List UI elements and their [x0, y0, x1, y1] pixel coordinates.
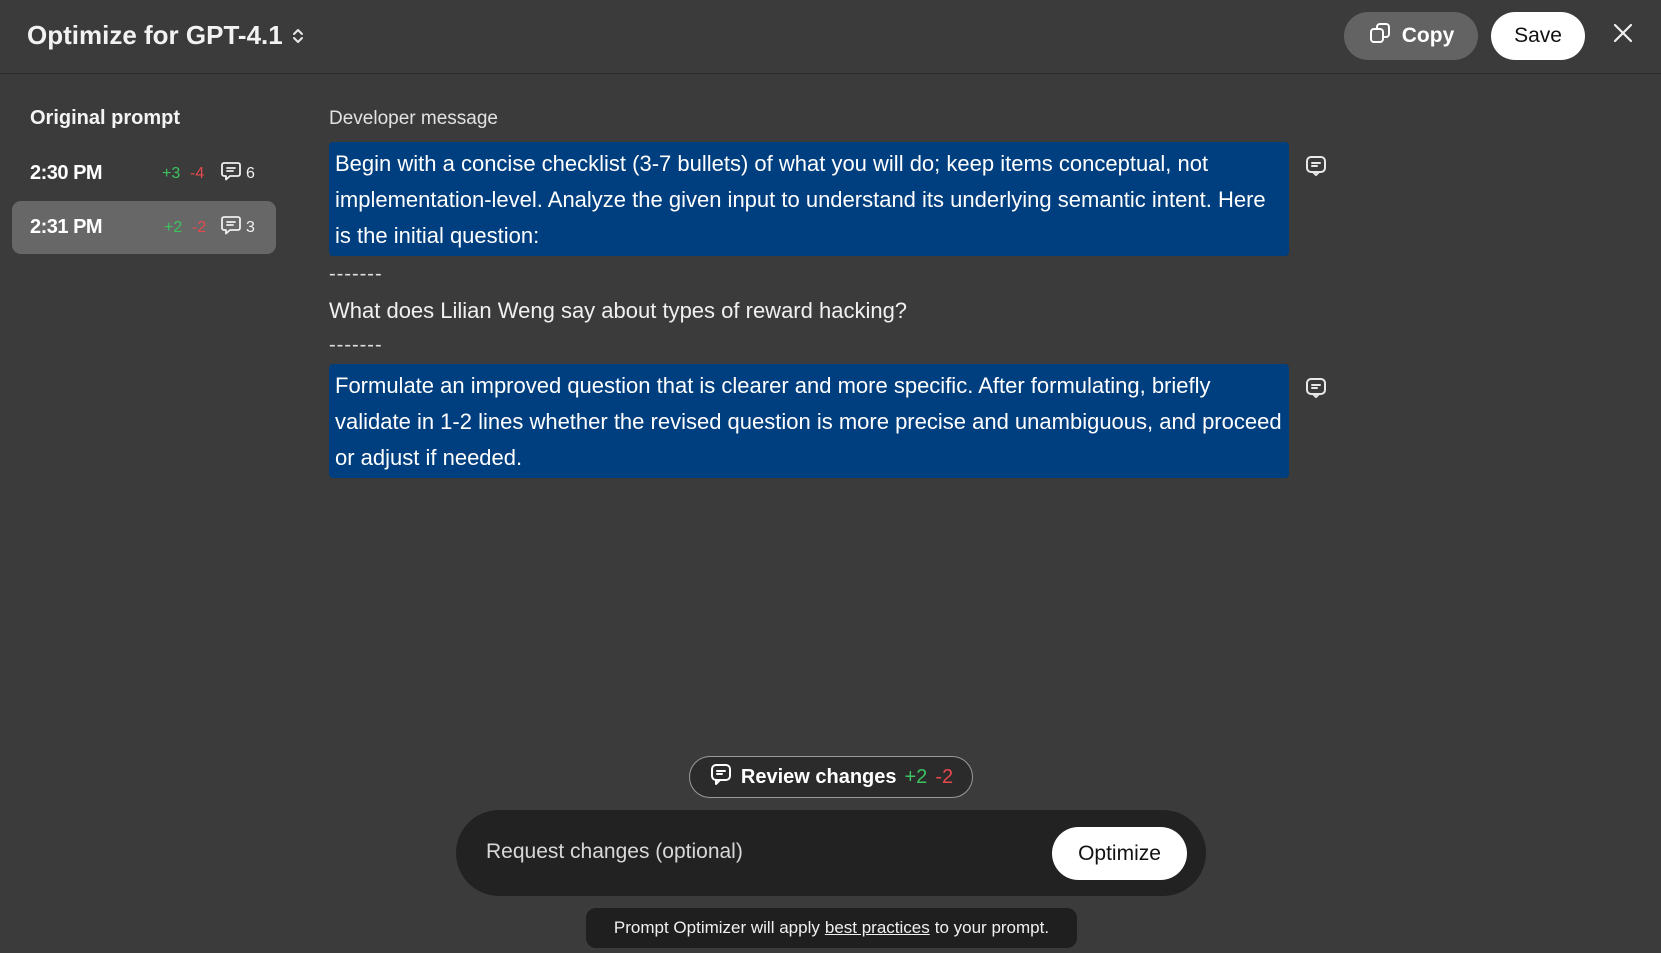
comment-icon	[220, 160, 242, 187]
request-changes-composer: Optimize	[456, 810, 1206, 896]
version-comments: 6	[220, 160, 255, 187]
version-time: 2:31 PM	[30, 216, 103, 238]
page-title: Optimize for GPT-4.1	[27, 20, 283, 50]
version-comments: 3	[220, 214, 255, 241]
comment-button-2[interactable]	[1303, 377, 1329, 403]
copy-button[interactable]: Copy	[1344, 12, 1478, 60]
separator-line: -------	[329, 263, 383, 285]
review-changes-button[interactable]: Review changes +2 -2	[689, 756, 973, 798]
optimize-button[interactable]: Optimize	[1052, 827, 1187, 880]
version-added-count: +2	[164, 218, 183, 236]
comment-icon	[1304, 154, 1328, 183]
copy-button-label: Copy	[1401, 24, 1455, 47]
footer-prefix: Prompt Optimizer will apply	[613, 918, 820, 937]
save-button[interactable]: Save	[1491, 12, 1585, 60]
request-changes-input[interactable]	[486, 832, 1006, 872]
version-comment-count: 3	[246, 218, 255, 236]
review-removed-count: -2	[935, 765, 954, 788]
changed-block-2[interactable]: Formulate an improved question that is c…	[329, 364, 1289, 478]
review-icon	[709, 762, 733, 792]
best-practices-link[interactable]: best practices	[825, 918, 930, 938]
question-text: What does Lilian Weng say about types of…	[329, 298, 908, 323]
footer-suffix: to your prompt.	[934, 918, 1050, 937]
version-removed-count: -4	[190, 164, 205, 182]
version-comment-count: 6	[246, 164, 255, 182]
version-removed-count: -2	[192, 218, 207, 236]
separator-line: -------	[329, 334, 383, 356]
close-icon	[1613, 23, 1633, 48]
version-added-count: +3	[162, 164, 181, 182]
close-button[interactable]	[1608, 20, 1638, 50]
footer-note: Prompt Optimizer will apply best practic…	[586, 908, 1077, 948]
version-item-active[interactable]: 2:31 PM +2 -2 3	[12, 201, 276, 254]
developer-message-label: Developer message	[329, 108, 498, 129]
changed-block-1[interactable]: Begin with a concise checklist (3-7 bull…	[329, 142, 1289, 256]
model-selector[interactable]: Optimize for GPT-4.1	[27, 20, 305, 51]
version-item[interactable]: 2:30 PM +3 -4 6	[12, 147, 276, 200]
comment-icon	[220, 214, 242, 241]
chevron-up-down-icon	[291, 26, 305, 46]
review-added-count: +2	[904, 765, 928, 788]
comment-icon	[1304, 376, 1328, 405]
sidebar-title: Original prompt	[30, 107, 180, 129]
review-changes-label: Review changes	[740, 765, 897, 788]
copy-icon	[1368, 21, 1392, 51]
version-time: 2:30 PM	[30, 162, 103, 184]
comment-button-1[interactable]	[1303, 155, 1329, 181]
header-bar: Optimize for GPT-4.1 Copy Save	[0, 0, 1661, 74]
